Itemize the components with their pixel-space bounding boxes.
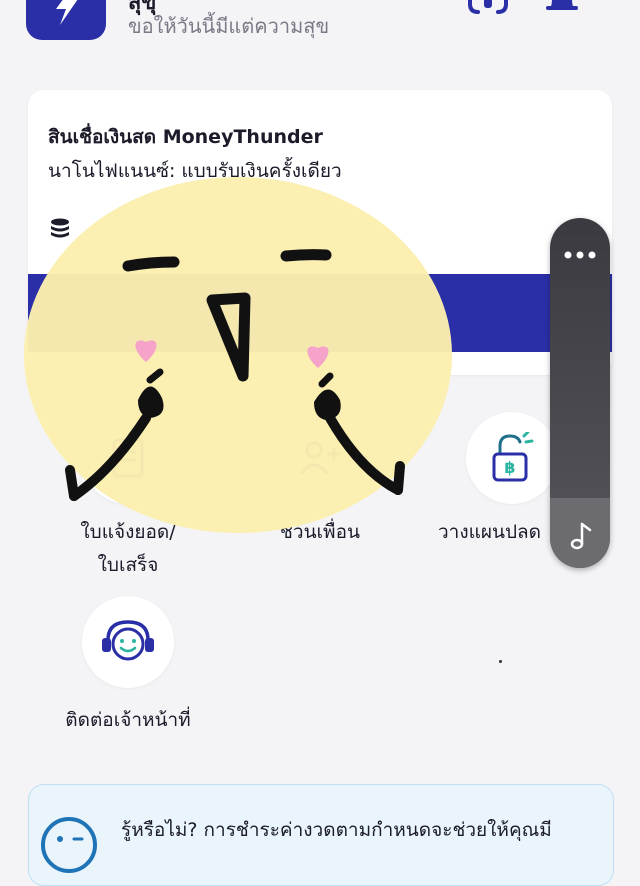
tip-banner[interactable]: รู้หรือไม่? การชำระค่างวดตามกำหนดจะช่วยใ… [28, 784, 614, 886]
loan-card[interactable]: สินเชื่อเงินสด MoneyThunder นาโนไฟแนนซ์:… [28, 90, 612, 375]
floating-music-button[interactable] [550, 498, 610, 568]
loan-cta-button[interactable] [28, 274, 612, 352]
unlock-baht-icon: ฿ [492, 432, 534, 482]
document-icon [112, 438, 144, 478]
database-icon [50, 218, 70, 244]
loan-card-title: สินเชื่อเงินสด MoneyThunder [48, 126, 323, 148]
more-options-icon[interactable] [564, 244, 596, 263]
app-logo-icon [56, 0, 78, 25]
menu-label-statement: ใบแจ้งยอด/ ใบเสร็จ [40, 516, 216, 582]
greeting-text: ขอให้วันนี้มีแต่ความสุข [128, 14, 330, 38]
stray-dot [499, 660, 502, 663]
menu-item-invite[interactable] [274, 412, 366, 504]
menu-label-invite: ชวนเพื่อน [280, 521, 360, 543]
loan-card-subtitle: นาโนไฟแนนซ์: แบบรับเงินครั้งเดียว [48, 160, 342, 182]
floating-control-panel[interactable] [550, 218, 610, 568]
menu-item-contact[interactable] [82, 596, 174, 688]
support-agent-icon [102, 620, 154, 661]
headset-icon[interactable] [466, 0, 510, 24]
menu-label-statement-line1: ใบแจ้งยอด/ [80, 521, 176, 543]
menu-item-plan-payoff[interactable]: ฿ [466, 412, 558, 504]
invite-friends-icon [299, 441, 340, 475]
app-logo [26, 0, 106, 40]
music-note-icon [570, 522, 592, 550]
bell-icon[interactable] [544, 0, 580, 24]
tip-text: รู้หรือไม่? การชำระค่างวดตามกำหนดจะช่วยใ… [121, 819, 552, 841]
menu-item-statement[interactable] [82, 412, 174, 504]
wink-face-icon [39, 815, 99, 879]
menu-label-statement-line2: ใบเสร็จ [97, 554, 159, 576]
menu-label-contact: ติดต่อเจ้าหน้าที่ [65, 709, 191, 731]
svg-text:฿: ฿ [504, 458, 515, 477]
